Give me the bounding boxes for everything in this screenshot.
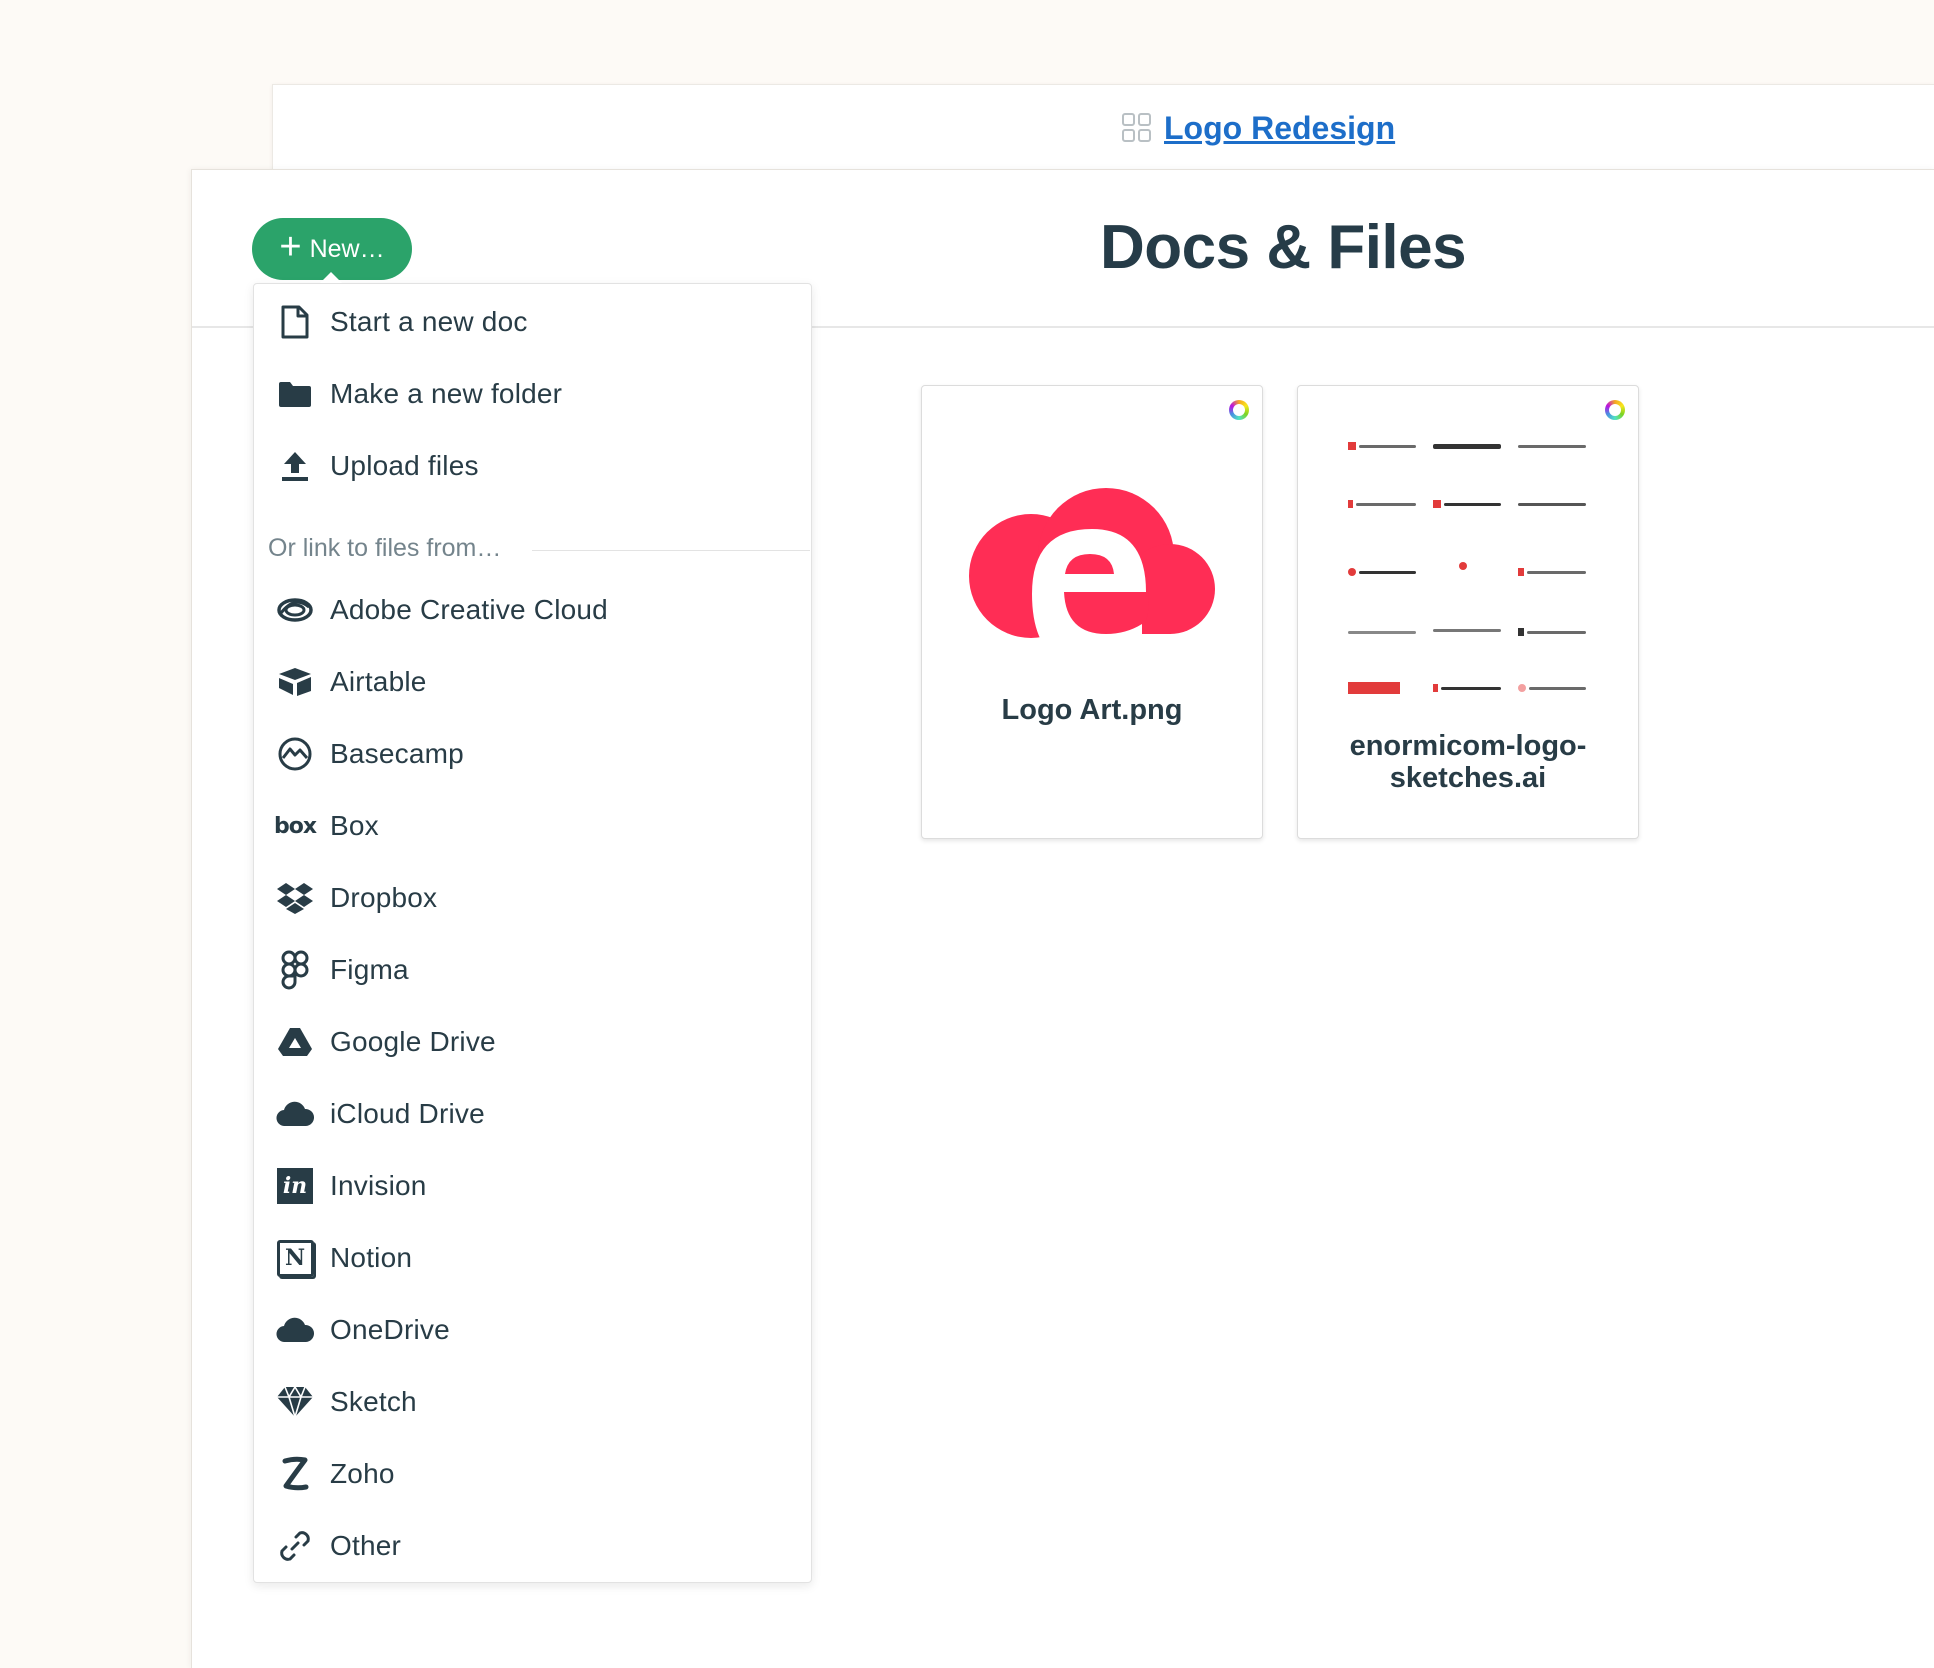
menu-item-label: Start a new doc [330, 306, 528, 337]
menu-item-label: Box [330, 810, 379, 841]
menu-item-dropbox[interactable]: Dropbox [254, 868, 811, 928]
page-title: Docs & Files [1100, 213, 1467, 282]
menu-item-label: Google Drive [330, 1026, 496, 1057]
logo-sketches-thumbnail [1348, 441, 1588, 701]
file-card-logo-sketches[interactable]: enormicom-logo-sketches.ai [1297, 385, 1639, 839]
notion-icon: N [275, 1238, 315, 1278]
zoho-icon [275, 1454, 315, 1494]
menu-item-label: Adobe Creative Cloud [330, 594, 608, 625]
sync-status-icon [1229, 400, 1249, 420]
menu-item-airtable[interactable]: Airtable [254, 652, 811, 712]
new-button[interactable]: + New… [252, 218, 412, 280]
menu-item-make-new-folder[interactable]: Make a new folder [254, 364, 811, 424]
breadcrumb: Logo Redesign [1122, 108, 1395, 148]
menu-item-zoho[interactable]: Zoho [254, 1444, 811, 1504]
google-drive-icon [275, 1022, 315, 1062]
menu-item-other[interactable]: Other [254, 1516, 811, 1576]
menu-item-sketch[interactable]: Sketch [254, 1372, 811, 1432]
new-button-label: New… [309, 234, 385, 263]
grid-icon [1122, 113, 1151, 142]
menu-item-label: Invision [330, 1170, 427, 1201]
menu-item-label: Make a new folder [330, 378, 563, 409]
menu-caret [320, 272, 342, 283]
menu-item-label: Basecamp [330, 738, 464, 769]
menu-item-adobe-creative-cloud[interactable]: Adobe Creative Cloud [254, 580, 811, 640]
menu-item-box[interactable]: box Box [254, 796, 811, 856]
logo-art-thumbnail [969, 488, 1215, 670]
menu-item-figma[interactable]: Figma [254, 940, 811, 1000]
document-icon [275, 302, 315, 342]
menu-item-upload-files[interactable]: Upload files [254, 436, 811, 496]
folder-icon [275, 374, 315, 414]
menu-item-label: Figma [330, 954, 409, 985]
menu-item-label: iCloud Drive [330, 1098, 485, 1129]
project-link[interactable]: Logo Redesign [1164, 110, 1395, 147]
dropbox-icon [275, 878, 315, 918]
menu-item-label: Dropbox [330, 882, 438, 913]
upload-icon [275, 446, 315, 486]
menu-item-label: Sketch [330, 1386, 417, 1417]
icloud-icon [275, 1094, 315, 1134]
menu-item-label: Airtable [330, 666, 427, 697]
basecamp-icon [275, 734, 315, 774]
menu-item-label: Upload files [330, 450, 479, 481]
menu-item-basecamp[interactable]: Basecamp [254, 724, 811, 784]
menu-item-notion[interactable]: N Notion [254, 1228, 811, 1288]
plus-icon: + [279, 226, 302, 268]
menu-item-onedrive[interactable]: OneDrive [254, 1300, 811, 1360]
menu-item-label: Other [330, 1530, 402, 1561]
new-menu: Start a new doc Make a new folder Upload… [253, 283, 812, 1583]
menu-item-google-drive[interactable]: Google Drive [254, 1012, 811, 1072]
link-heading: Or link to files from… [268, 534, 502, 562]
adobe-creative-cloud-icon [275, 590, 315, 630]
file-name: Logo Art.png [1001, 694, 1183, 726]
menu-item-icloud-drive[interactable]: iCloud Drive [254, 1084, 811, 1144]
divider [532, 550, 810, 551]
menu-item-invision[interactable]: in Invision [254, 1156, 811, 1216]
file-card-logo-art[interactable]: Logo Art.png [921, 385, 1263, 839]
onedrive-icon [275, 1310, 315, 1350]
menu-item-label: Notion [330, 1242, 413, 1273]
sketch-icon [275, 1382, 315, 1422]
invision-icon: in [275, 1166, 315, 1206]
menu-item-label: OneDrive [330, 1314, 450, 1345]
sync-status-icon [1605, 400, 1625, 420]
airtable-icon [275, 662, 315, 702]
link-icon [275, 1526, 315, 1566]
box-icon: box [273, 813, 317, 839]
menu-item-label: Zoho [330, 1458, 395, 1489]
menu-item-start-new-doc[interactable]: Start a new doc [254, 292, 811, 352]
figma-icon [275, 950, 315, 990]
file-name: enormicom-logo-sketches.ai [1349, 730, 1587, 794]
